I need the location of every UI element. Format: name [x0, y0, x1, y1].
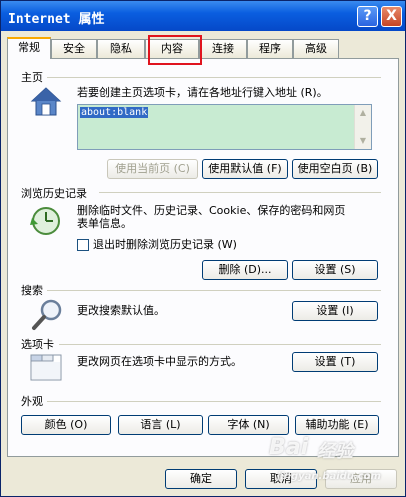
home-section-title: 主页 [21, 71, 43, 84]
history-description-1: 删除临时文件、历史记录、Cookie、保存的密码和网页 [77, 204, 346, 217]
use-default-button[interactable]: 使用默认值 (F) [202, 159, 288, 179]
divider [47, 77, 381, 78]
search-description: 更改搜索默认值。 [77, 304, 165, 317]
tab-advanced[interactable]: 高级 [293, 39, 339, 58]
home-address-field[interactable]: about:blank ▲ ▼ [77, 104, 372, 150]
scroll-up-icon[interactable]: ▲ [355, 105, 371, 121]
history-section-title: 浏览历史记录 [21, 187, 87, 200]
watermark-text-1: Bai [269, 435, 309, 460]
history-settings-button[interactable]: 设置 (S) [292, 260, 378, 280]
delete-history-button[interactable]: 删除 (D)... [202, 260, 288, 280]
languages-button[interactable]: 语言 (L) [118, 415, 203, 435]
title-bar[interactable]: Internet 属性 ? X [1, 1, 405, 31]
delete-on-exit-checkbox[interactable] [77, 239, 89, 251]
history-description-2: 表单信息。 [77, 217, 132, 230]
tab-security[interactable]: 安全 [51, 39, 97, 58]
tab-general[interactable]: 常规 [7, 37, 51, 59]
use-blank-button[interactable]: 使用空白页 (B) [292, 159, 378, 179]
accessibility-button[interactable]: 辅助功能 (E) [295, 415, 379, 435]
delete-on-exit-label: 退出时删除浏览历史记录 (W) [93, 238, 237, 251]
house-icon [29, 85, 63, 122]
tabs-description: 更改网页在选项卡中显示的方式。 [77, 355, 242, 368]
help-button[interactable]: ? [357, 6, 378, 27]
use-current-button[interactable]: 使用当前页 (C) [107, 159, 198, 179]
divider [99, 192, 381, 193]
home-description: 若要创建主页选项卡，请在各地址行键入地址 (R)。 [77, 86, 328, 99]
ok-button[interactable]: 确定 [165, 469, 237, 489]
tab-connections[interactable]: 连接 [199, 39, 247, 58]
magnifier-icon [31, 298, 65, 335]
address-scrollbar[interactable]: ▲ ▼ [354, 105, 371, 149]
window-title: Internet 属性 [8, 12, 105, 27]
clock-icon [29, 204, 63, 241]
divider [47, 290, 381, 291]
home-address-value: about:blank [80, 107, 149, 118]
watermark-text-3: jingyan.baidu.com [277, 471, 381, 482]
search-section-title: 搜索 [21, 284, 43, 297]
tab-window-icon [30, 352, 64, 385]
tabs-settings-button[interactable]: 设置 (T) [292, 352, 378, 372]
tab-privacy[interactable]: 隐私 [97, 39, 145, 58]
highlight-box [148, 35, 202, 65]
scroll-down-icon[interactable]: ▼ [355, 133, 371, 149]
watermark-text-2: 经验 [317, 441, 353, 462]
appearance-section-title: 外观 [21, 395, 43, 408]
tabs-section-title: 选项卡 [21, 338, 54, 351]
divider [59, 344, 381, 345]
tab-programs[interactable]: 程序 [247, 39, 293, 58]
search-settings-button[interactable]: 设置 (I) [292, 301, 378, 321]
internet-properties-window: Internet 属性 ? X 常规 安全 隐私 内容 连接 程序 高级 主页 … [0, 0, 406, 497]
colors-button[interactable]: 颜色 (O) [21, 415, 111, 435]
close-button[interactable]: X [381, 6, 402, 27]
fonts-button[interactable]: 字体 (N) [208, 415, 289, 435]
divider [47, 401, 381, 402]
